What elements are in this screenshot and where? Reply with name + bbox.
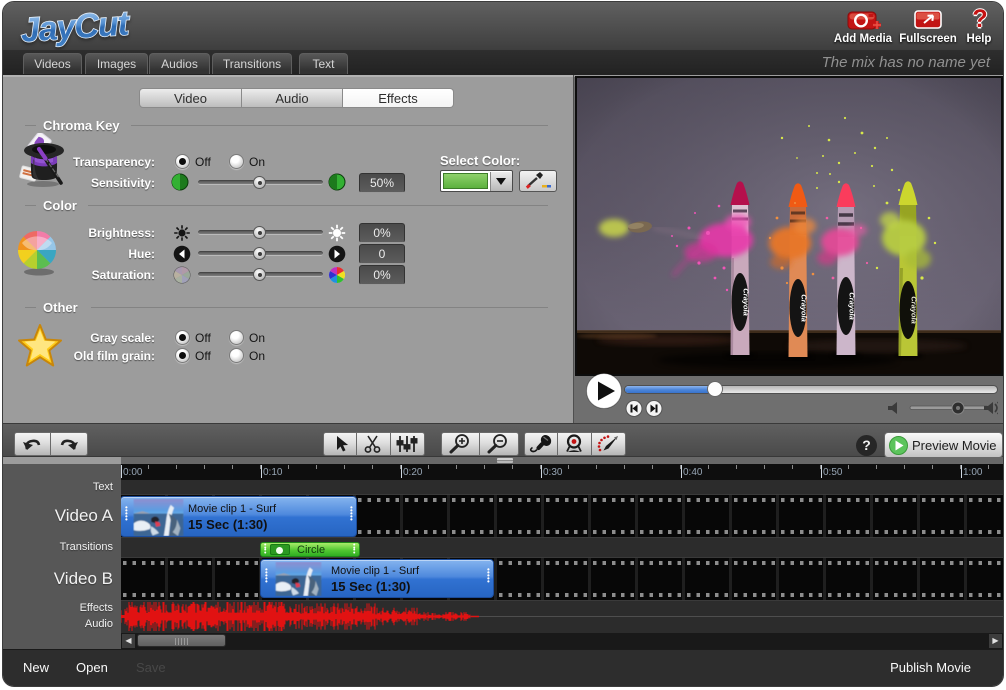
svg-text:Crayola: Crayola [848, 292, 857, 320]
svg-text:Crayola: Crayola [910, 296, 919, 324]
svg-text:Crayola: Crayola [800, 294, 809, 322]
svg-text:JayCut: JayCut [19, 4, 131, 50]
svg-text:Crayola: Crayola [742, 288, 751, 316]
